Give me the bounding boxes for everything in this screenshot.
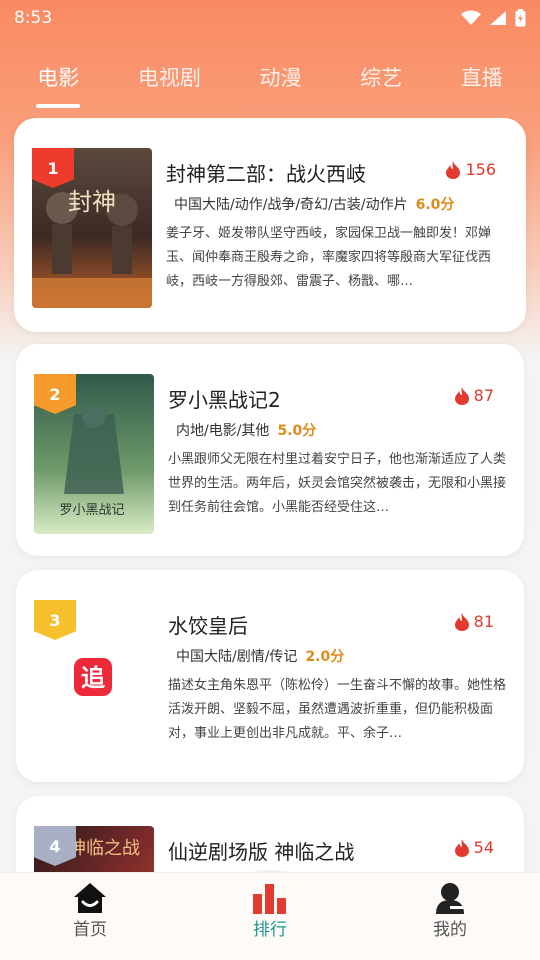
item-description: 姜子牙、姬发带队坚守西岐，家园保卫战一触即发！邓婵玉、闻仲奉商王殷寿之命，率魔家… (166, 226, 492, 289)
bar-chart-icon (253, 884, 286, 914)
tab-anime[interactable]: 动漫 (249, 56, 311, 98)
tab-movie[interactable]: 电影 (27, 56, 89, 98)
poster-title-text: 罗小黑战记 (59, 503, 124, 518)
poster-title-text: 神临之战 (68, 838, 140, 859)
hot-count: 87 (454, 386, 494, 405)
hot-count: 54 (454, 838, 494, 857)
tab-live[interactable]: 直播 (451, 56, 513, 98)
tab-tv-series[interactable]: 电视剧 (128, 56, 211, 98)
list-item[interactable]: 封神 1 封神第二部：战火西岐 156 中国大陆/动作/战争/奇幻/古装/动作片… (14, 118, 526, 332)
user-icon (436, 883, 464, 914)
item-meta: 中国大陆/剧情/传记 2.0分 (176, 646, 344, 666)
item-title: 仙逆剧场版 神临之战 (168, 840, 355, 864)
item-meta: 内地/电影/其他 5.0分 (176, 420, 316, 440)
app-logo-text: 追 (81, 664, 106, 692)
genre-text: 内地/电影/其他 (176, 423, 270, 439)
hot-count: 156 (445, 160, 496, 179)
home-icon (74, 883, 106, 913)
nav-label: 我的 (433, 920, 467, 940)
hot-value: 81 (473, 612, 494, 631)
fire-icon (454, 838, 469, 857)
genre-text: 中国大陆/剧情/传记 (176, 649, 298, 665)
score-text: 2.0分 (305, 649, 345, 665)
fire-icon (454, 612, 469, 631)
nav-home[interactable]: 首页 (30, 873, 150, 940)
status-icons (461, 9, 526, 27)
category-tabs: 电影 电视剧 动漫 综艺 直播 (0, 56, 540, 108)
list-item[interactable]: 罗小黑战记 2 罗小黑战记2 87 内地/电影/其他 5.0分 小黑跟师父无限在村… (16, 344, 524, 556)
signal-icon (490, 11, 506, 25)
hot-value: 156 (465, 160, 496, 179)
fire-icon (454, 386, 469, 405)
nav-label: 首页 (73, 920, 107, 940)
item-description: 描述女主角朱恩平（陈松伶）一生奋斗不懈的故事。她性格活泼开朗、坚毅不屈，虽然遭遇… (168, 678, 507, 741)
tab-variety[interactable]: 综艺 (350, 56, 412, 98)
poster-title-text: 封神 (68, 188, 116, 216)
status-bar: 8:53 (0, 0, 540, 36)
item-title: 封神第二部：战火西岐 (166, 162, 366, 186)
item-description: 小黑跟师父无限在村里过着安宁日子，他也渐渐适应了人类世界的生活。两年后，妖灵会馆… (168, 452, 507, 515)
item-title: 水饺皇后 (168, 614, 248, 638)
nav-mine[interactable]: 我的 (390, 873, 510, 940)
nav-label: 排行 (253, 920, 287, 940)
bottom-navigation: 首页 排行 我的 (0, 872, 540, 960)
nav-ranking[interactable]: 排行 (210, 873, 330, 940)
item-meta: 中国大陆/动作/战争/奇幻/古装/动作片 6.0分 (174, 194, 454, 214)
genre-text: 中国大陆/动作/战争/奇幻/古装/动作片 (174, 197, 408, 213)
status-time: 8:53 (14, 8, 53, 28)
hot-value: 54 (473, 838, 494, 857)
score-text: 6.0分 (415, 197, 455, 213)
wifi-icon (461, 10, 481, 25)
list-item[interactable]: 追 3 水饺皇后 81 中国大陆/剧情/传记 2.0分 描述女主角朱恩平（陈松伶）… (16, 570, 524, 782)
fire-icon (446, 160, 461, 179)
hot-value: 87 (473, 386, 494, 405)
item-title: 罗小黑战记2 (168, 388, 281, 412)
hot-count: 81 (454, 612, 494, 631)
score-text: 5.0分 (277, 423, 317, 439)
battery-icon (515, 9, 526, 27)
